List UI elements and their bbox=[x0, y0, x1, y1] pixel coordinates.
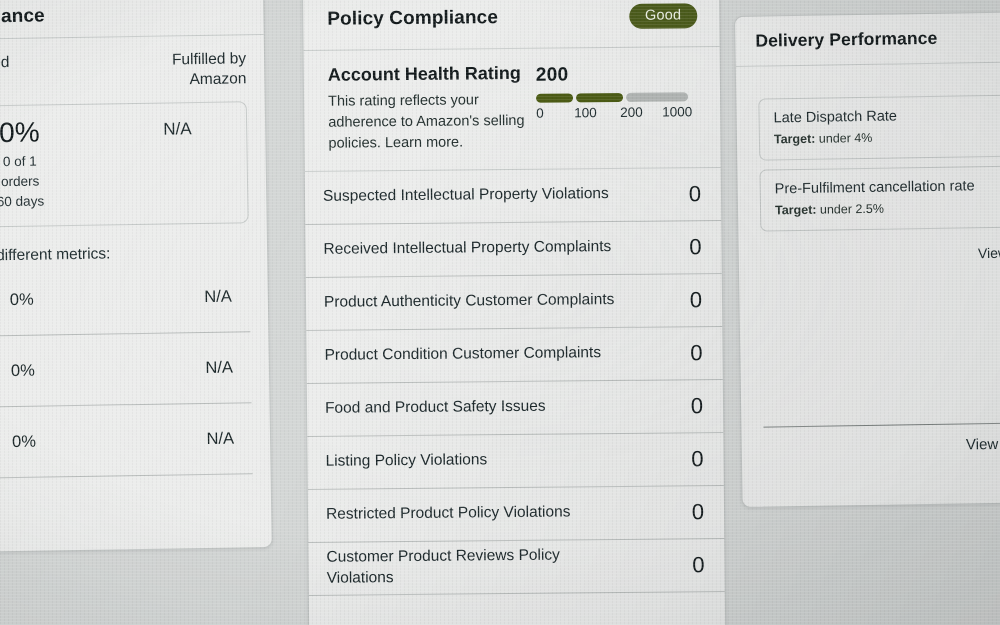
scale-tick-100: 100 bbox=[574, 105, 597, 121]
left-column-headers: Seller Fulfilled Fulfilled by Amazon bbox=[0, 49, 247, 95]
column-header-fulfilled-by-amazon: Fulfilled by Amazon bbox=[171, 50, 247, 89]
metric-seller-value: 0% bbox=[10, 361, 35, 380]
policy-violation-label: Suspected Intellectual Property Violatio… bbox=[322, 185, 609, 205]
target-label: Target: bbox=[773, 131, 816, 146]
table-row: 0% N/A bbox=[0, 261, 251, 338]
table-row: 0% N/A bbox=[0, 403, 253, 480]
account-health-scale-ticks: 0 100 200 1000 bbox=[536, 104, 702, 121]
metric-seller-value: 0% bbox=[11, 432, 37, 451]
list-item[interactable]: Restricted Product Policy Violations 0 bbox=[307, 485, 725, 543]
delivery-metric-late-dispatch-rate[interactable]: Late Dispatch Rate Target: under 4% bbox=[758, 94, 1000, 161]
account-health-rating-description: This rating reflects your adherence to A… bbox=[328, 89, 527, 154]
delivery-performance-header: Delivery Performance bbox=[735, 11, 1000, 67]
list-item[interactable]: Product Condition Customer Complaints 0 bbox=[306, 326, 723, 384]
policy-compliance-card: Policy Compliance Good Account Health Ra… bbox=[302, 0, 727, 625]
right-view-details-link[interactable]: View details bbox=[763, 422, 1000, 457]
policy-violation-label: Product Condition Customer Complaints bbox=[324, 344, 602, 364]
list-item[interactable]: Food and Product Safety Issues 0 bbox=[306, 379, 724, 437]
status-badge: Good bbox=[628, 2, 698, 30]
policy-violation-count: 0 bbox=[692, 551, 705, 577]
hero-percent: 0% bbox=[0, 116, 40, 149]
policy-violation-count: 0 bbox=[691, 498, 705, 524]
metric-fba-value: N/A bbox=[205, 358, 234, 377]
delivery-metric-name: Late Dispatch Rate bbox=[773, 108, 898, 127]
page-title: e Performance bbox=[0, 4, 45, 28]
list-item[interactable]: Suspected Intellectual Property Violatio… bbox=[304, 167, 722, 225]
account-health-rating-gauge: 200 0 100 200 1000 bbox=[536, 61, 703, 152]
delivery-metric-target: Target: under 2.5% bbox=[775, 199, 1000, 217]
hero-metric-box: 0% 0 of 1 orders 60 days N/A bbox=[0, 101, 249, 229]
table-row: 0% N/A bbox=[0, 332, 252, 409]
view-delivery-performance-link[interactable]: View deliv bbox=[761, 236, 1000, 264]
account-health-score-bar bbox=[536, 92, 702, 103]
hero-detail-line3: 60 days bbox=[0, 193, 45, 210]
delivery-metric-pre-fulfilment-cancellation-rate[interactable]: Pre-Fulfilment cancellation rate Target:… bbox=[759, 165, 1000, 232]
target-value: under 4% bbox=[815, 130, 873, 146]
delivery-performance-card: Delivery Performance Se Late Dispatch Ra… bbox=[734, 10, 1000, 508]
list-item[interactable]: Listing Policy Violations 0 bbox=[307, 432, 724, 490]
metric-fba-value: N/A bbox=[206, 429, 235, 448]
policy-violation-label: Listing Policy Violations bbox=[325, 451, 488, 470]
left-card-body: Seller Fulfilled Fulfilled by Amazon 0% … bbox=[0, 35, 271, 512]
list-item[interactable]: Received Intellectual Property Complaint… bbox=[305, 220, 722, 278]
policy-compliance-header: Policy Compliance Good bbox=[303, 0, 720, 51]
column-header-seller-fulfilled: Seller Fulfilled bbox=[0, 54, 10, 73]
scale-tick-200: 200 bbox=[620, 104, 643, 120]
policy-violation-label: Product Authenticity Customer Complaints bbox=[323, 291, 615, 311]
target-label: Target: bbox=[774, 202, 817, 217]
score-bar-segment-filled-2 bbox=[576, 92, 624, 103]
account-health-rating-text: Account Health Rating This rating reflec… bbox=[328, 63, 527, 155]
policy-violation-count: 0 bbox=[690, 392, 704, 418]
policy-violation-label: Restricted Product Policy Violations bbox=[325, 503, 571, 523]
left-view-details-link[interactable]: v details bbox=[0, 475, 253, 512]
hero-seller-fulfilled-value: 0% 0 of 1 orders 60 days bbox=[0, 117, 112, 214]
delivery-performance-body: Se Late Dispatch Rate Target: under 4% P… bbox=[736, 62, 1000, 467]
policy-violation-count: 0 bbox=[688, 180, 702, 206]
policy-violation-count: 0 bbox=[690, 339, 703, 365]
list-item[interactable]: Customer Product Reviews Policy Violatio… bbox=[308, 538, 725, 596]
policy-violation-label: Food and Product Safety Issues bbox=[324, 397, 546, 417]
policy-violation-count: 0 bbox=[691, 445, 704, 471]
policy-violation-count: 0 bbox=[689, 233, 702, 259]
account-health-rating-title: Account Health Rating bbox=[327, 62, 521, 85]
learn-more-link[interactable]: Learn more. bbox=[381, 134, 463, 151]
delivery-performance-title: Delivery Performance bbox=[755, 27, 938, 51]
account-health-score: 200 bbox=[535, 64, 569, 86]
policy-violation-count: 0 bbox=[689, 286, 703, 312]
list-item[interactable]: Product Authenticity Customer Complaints… bbox=[305, 273, 723, 331]
score-bar-segment-filled-1 bbox=[536, 93, 574, 103]
delivery-metric-target: Target: under 4% bbox=[774, 128, 1000, 146]
metric-fba-value: N/A bbox=[204, 287, 232, 306]
scale-tick-1000: 1000 bbox=[662, 104, 693, 120]
scale-tick-0: 0 bbox=[536, 105, 544, 121]
score-bar-segment-empty bbox=[626, 92, 689, 102]
policy-violation-label: Customer Product Reviews Policy Violatio… bbox=[326, 546, 560, 587]
target-value: under 2.5% bbox=[816, 201, 885, 217]
policy-violation-label: Received Intellectual Property Complaint… bbox=[323, 238, 612, 258]
account-health-rating-block: Account Health Rating This rating reflec… bbox=[303, 46, 721, 172]
delivery-metric-name: Pre-Fulfilment cancellation rate bbox=[774, 178, 975, 198]
metric-seller-value: 0% bbox=[9, 290, 34, 309]
hero-detail: 0 of 1 orders 60 days bbox=[0, 150, 112, 214]
hero-fba-value: N/A bbox=[163, 119, 192, 139]
policy-compliance-title: Policy Compliance bbox=[327, 6, 499, 30]
customer-service-performance-card: e Performance Seller Fulfilled Fulfilled… bbox=[0, 0, 273, 554]
